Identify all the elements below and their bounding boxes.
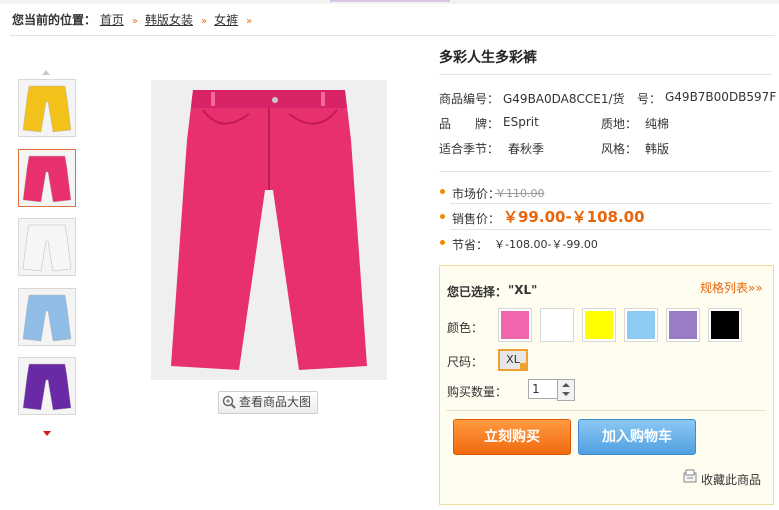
magnifier-icon (222, 395, 236, 409)
purchase-options-panel: 您已选择： "XL" 规格列表»» 颜色： 尺码： XL 购买数量： 1 立刻购… (439, 265, 774, 505)
season-label: 适合季节： (439, 142, 500, 156)
size-option-xl[interactable]: XL (498, 349, 528, 371)
market-price-label: 市场价： (452, 187, 501, 201)
price-divider (450, 203, 772, 204)
product-code-value: G49BA0DA8CCE1/货 (503, 92, 625, 106)
selected-check-icon (520, 363, 528, 371)
top-accent (330, 0, 450, 2)
thumbnail-pants-illustration (22, 155, 72, 203)
thumbnail-pants-illustration (22, 363, 72, 411)
material-value: 纯棉 (645, 117, 670, 131)
decrement-icon[interactable] (562, 392, 570, 396)
color-swatch[interactable] (624, 308, 658, 342)
breadcrumb-women-pants-link[interactable]: 女裤 (214, 13, 238, 27)
view-large-image-label: 查看商品大图 (239, 395, 312, 409)
selected-label: 您已选择： (447, 285, 508, 299)
market-price-value: ￥110.00 (495, 187, 545, 200)
thumbnail-pants-illustration (22, 224, 72, 272)
spec-list-link[interactable]: 规格列表»» (700, 279, 763, 296)
material-label: 质地： (601, 117, 638, 131)
thumbnail-blue-pants[interactable] (18, 288, 76, 346)
size-option-label: XL (506, 353, 520, 366)
brand-label: 品 牌： (439, 117, 500, 131)
sale-price-label: 销售价： (452, 212, 501, 226)
selected-value: "XL" (508, 283, 538, 297)
thumbnail-pants-illustration (22, 85, 72, 133)
thumbnail-scroll-up-icon[interactable] (42, 70, 50, 75)
color-label: 颜色： (447, 321, 484, 335)
sale-price-value: ￥99.00-￥108.00 (503, 208, 645, 226)
color-swatch-fill (501, 311, 529, 339)
breadcrumb-separator: » (246, 16, 253, 27)
header-divider (10, 35, 775, 36)
top-bar (0, 0, 779, 4)
view-large-image-button[interactable]: 查看商品大图 (218, 391, 318, 414)
thumbnail-yellow-pants[interactable] (18, 79, 76, 137)
favorite-folder-icon (683, 469, 697, 483)
bullet-icon (440, 214, 445, 219)
style-value: 韩版 (645, 142, 670, 156)
thumbnail-scroll-down-icon[interactable] (43, 431, 51, 436)
thumbnail-pink-pants[interactable] (18, 149, 76, 207)
style-label: 风格： (601, 142, 638, 156)
season-value: 春秋季 (508, 142, 545, 156)
breadcrumb-home-link[interactable]: 首页 (100, 13, 124, 27)
color-swatch-fill (711, 311, 739, 339)
thumbnail-pants-illustration (22, 294, 72, 342)
buy-now-button[interactable]: 立刻购买 (453, 419, 571, 455)
info-divider (439, 171, 772, 172)
bullet-icon (440, 240, 445, 245)
color-swatch[interactable] (582, 308, 616, 342)
product-number-value: G49B7B00DB597F (665, 90, 777, 104)
product-title: 多彩人生多彩裤 (439, 50, 537, 66)
thumbnail-white-pants[interactable] (18, 218, 76, 276)
quantity-stepper[interactable] (557, 379, 575, 401)
breadcrumb-prefix: 您当前的位置： (12, 13, 97, 27)
bullet-icon (440, 189, 445, 194)
color-swatch-fill (543, 311, 571, 339)
thumbnail-purple-pants[interactable] (18, 357, 76, 415)
price-divider (450, 229, 772, 230)
add-to-cart-button[interactable]: 加入购物车 (578, 419, 696, 455)
breadcrumb: 您当前的位置： 首页 » 韩版女装 » 女裤 » (12, 11, 259, 29)
breadcrumb-separator: » (201, 16, 208, 27)
size-label: 尺码： (447, 355, 484, 369)
add-to-favorites-label: 收藏此商品 (701, 473, 762, 487)
color-swatch-fill (585, 311, 613, 339)
title-divider (439, 74, 772, 75)
panel-divider (446, 410, 766, 411)
quantity-label: 购买数量： (447, 385, 508, 399)
color-swatch[interactable] (498, 308, 532, 342)
brand-value: ESprit (503, 115, 539, 129)
quantity-input[interactable]: 1 (528, 379, 558, 399)
color-swatch[interactable] (540, 308, 574, 342)
color-swatch-fill (627, 311, 655, 339)
color-swatch[interactable] (708, 308, 742, 342)
breadcrumb-separator: » (131, 16, 138, 27)
savings-value: ￥-108.00-￥-99.00 (494, 238, 598, 251)
product-number-label: 号： (637, 92, 662, 106)
main-product-image[interactable] (151, 80, 387, 380)
savings-label: 节省： (452, 238, 489, 252)
breadcrumb-korean-women-link[interactable]: 韩版女装 (145, 13, 193, 27)
product-code-label: 商品编号： (439, 92, 500, 106)
increment-icon[interactable] (562, 383, 570, 387)
pink-pants-illustration (171, 90, 367, 370)
color-swatch-fill (669, 311, 697, 339)
color-swatch[interactable] (666, 308, 700, 342)
